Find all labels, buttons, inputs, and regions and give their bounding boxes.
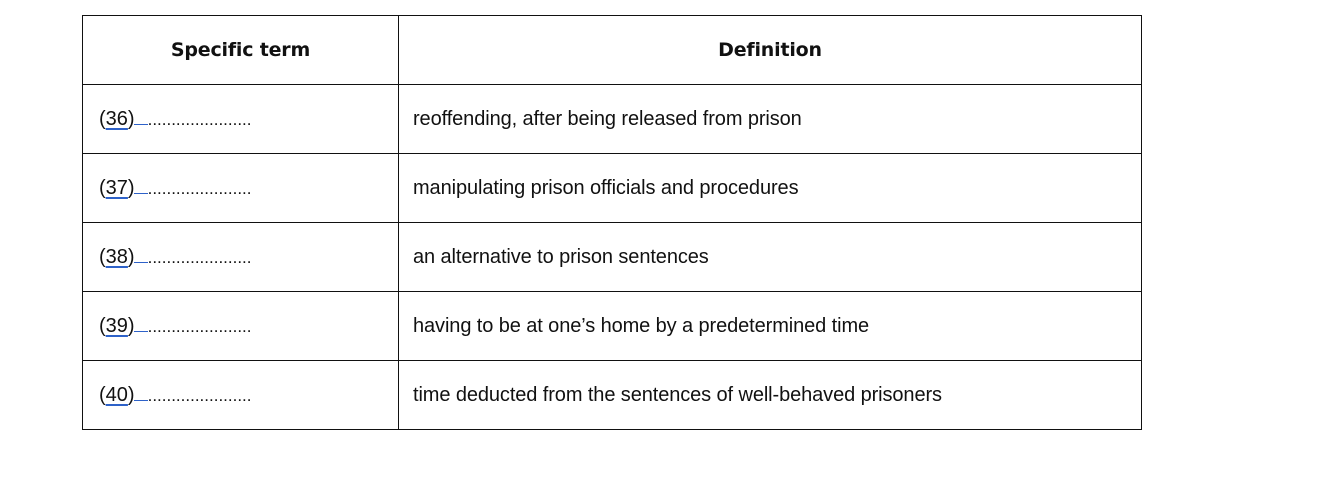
answer-underline bbox=[133, 245, 148, 263]
terms-table-container: Specific term Definition (36)...........… bbox=[82, 15, 1142, 430]
term-blank-40[interactable]: (40)...................... bbox=[82, 360, 399, 430]
definition-cell: time deducted from the sentences of well… bbox=[398, 360, 1142, 430]
definition-cell: reoffending, after being released from p… bbox=[398, 84, 1142, 154]
answer-dots: ...................... bbox=[147, 317, 252, 336]
term-open-paren: ( bbox=[99, 384, 106, 406]
definition-cell: manipulating prison officials and proced… bbox=[398, 153, 1142, 223]
answer-dots: ...................... bbox=[147, 386, 252, 405]
terms-definition-table: Specific term Definition (36)...........… bbox=[82, 15, 1142, 430]
definition-cell: having to be at one’s home by a predeter… bbox=[398, 291, 1142, 361]
table-row: (36)...................... reoffending, … bbox=[82, 84, 1142, 154]
table-row: (37)...................... manipulating … bbox=[82, 153, 1142, 223]
answer-underline bbox=[133, 383, 148, 401]
question-number: 37 bbox=[105, 177, 128, 199]
question-number: 38 bbox=[105, 246, 128, 268]
table-header-row: Specific term Definition bbox=[82, 15, 1142, 85]
term-blank-38[interactable]: (38)...................... bbox=[82, 222, 399, 292]
question-number: 36 bbox=[105, 108, 128, 130]
term-blank-36[interactable]: (36)...................... bbox=[82, 84, 399, 154]
term-open-paren: ( bbox=[99, 246, 106, 268]
table-row: (40)...................... time deducted… bbox=[82, 360, 1142, 430]
answer-underline bbox=[133, 314, 148, 332]
answer-underline bbox=[133, 107, 148, 125]
term-open-paren: ( bbox=[99, 177, 106, 199]
term-blank-37[interactable]: (37)...................... bbox=[82, 153, 399, 223]
question-number: 39 bbox=[105, 315, 128, 337]
answer-underline bbox=[133, 176, 148, 194]
table-row: (38)...................... an alternativ… bbox=[82, 222, 1142, 292]
answer-dots: ...................... bbox=[147, 110, 252, 129]
term-blank-39[interactable]: (39)...................... bbox=[82, 291, 399, 361]
definition-cell: an alternative to prison sentences bbox=[398, 222, 1142, 292]
header-specific-term: Specific term bbox=[82, 15, 399, 85]
table-row: (39)...................... having to be … bbox=[82, 291, 1142, 361]
term-open-paren: ( bbox=[99, 315, 106, 337]
answer-dots: ...................... bbox=[147, 248, 252, 267]
question-number: 40 bbox=[105, 384, 128, 406]
header-definition: Definition bbox=[398, 15, 1142, 85]
term-open-paren: ( bbox=[99, 108, 106, 130]
answer-dots: ...................... bbox=[147, 179, 252, 198]
